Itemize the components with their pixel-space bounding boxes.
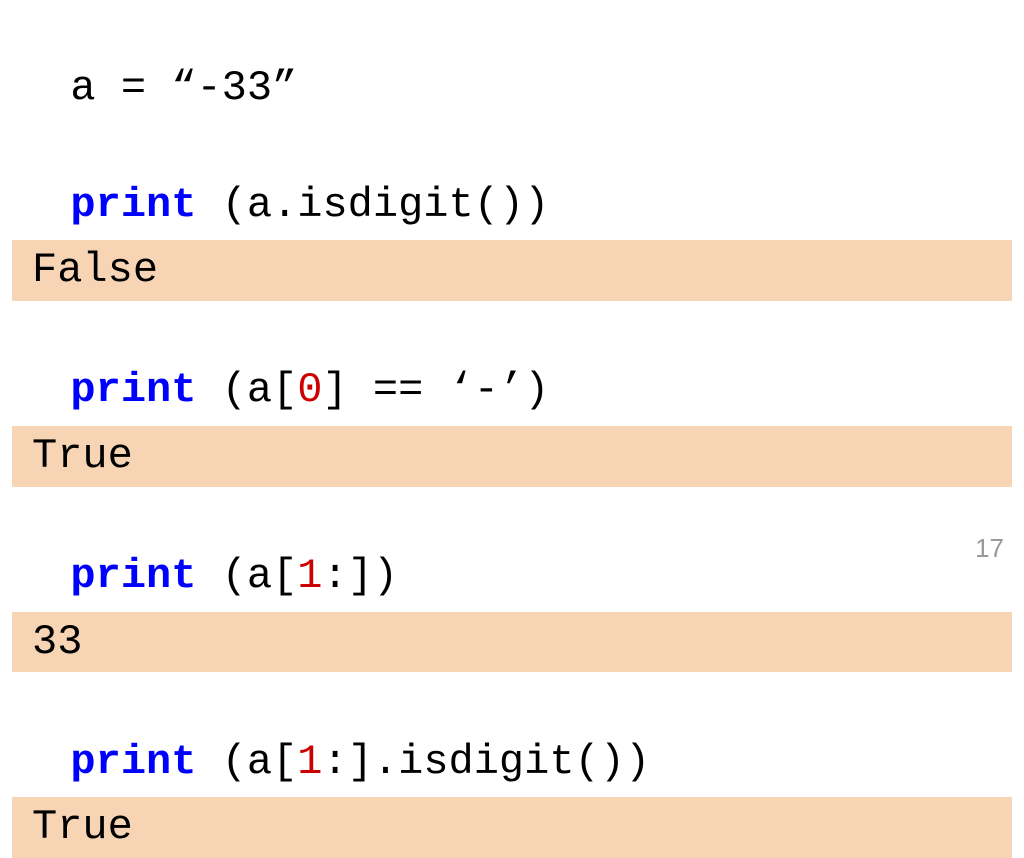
print-keyword: print [70,366,196,414]
code-line-3: print (a[0] == ‘-’) [0,305,1024,422]
code-line-2: print (a.isdigit()) [0,119,1024,236]
code-line-5: print (a[1:].isdigit()) [0,676,1024,793]
code-text: (a[ [196,366,297,414]
code-text: :].isdigit()) [323,738,651,786]
code-text: a = “-33” [70,64,297,112]
print-keyword: print [70,181,196,229]
code-text: (a.isdigit()) [196,181,549,229]
print-keyword: print [70,738,196,786]
output-text: True [32,432,133,480]
page-number: 17 [975,533,1004,564]
code-line-1: a = “-33” [0,2,1024,119]
output-line-3: 33 [12,612,1012,673]
code-text: (a[ [196,738,297,786]
code-text: ] == ‘-’) [323,366,550,414]
print-keyword: print [70,552,196,600]
code-line-4: print (a[1:]) [0,491,1024,608]
code-text: :]) [323,552,399,600]
output-line-4: True [12,797,1012,858]
output-line-2: True [12,426,1012,487]
output-text: True [32,803,133,851]
index-number: 0 [297,366,322,414]
output-text: False [32,246,158,294]
code-text: (a[ [196,552,297,600]
index-number: 1 [297,552,322,600]
index-number: 1 [297,738,322,786]
output-text: 33 [32,618,82,666]
output-line-1: False [12,240,1012,301]
